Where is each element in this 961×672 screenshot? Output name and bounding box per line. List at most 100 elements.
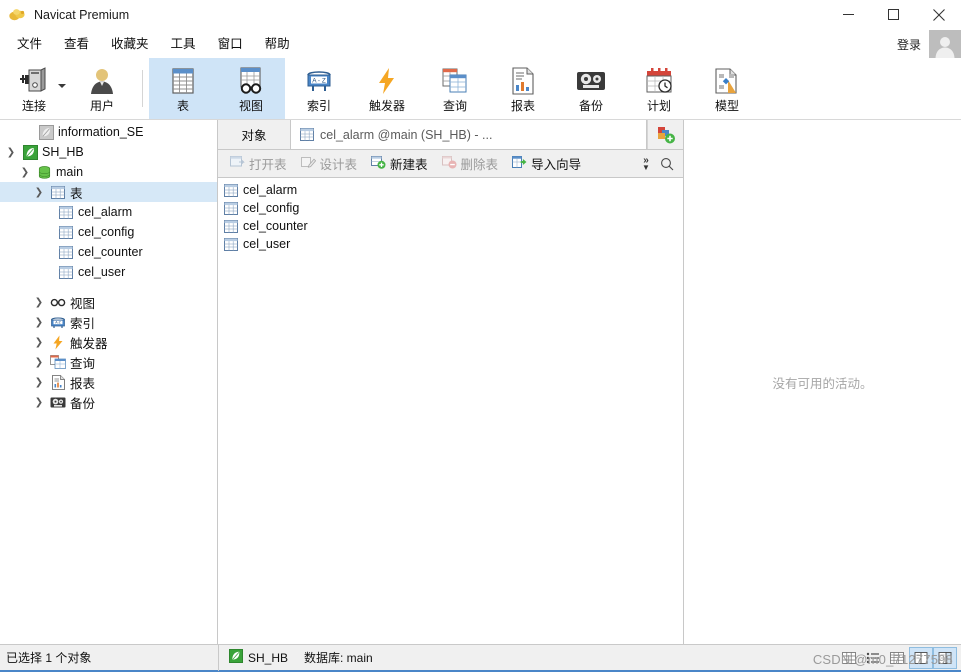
user-avatar-icon[interactable]	[929, 30, 961, 58]
open-table-icon	[230, 155, 245, 172]
minimize-button[interactable]	[826, 0, 871, 30]
tree-node-information-se[interactable]: information_SE	[0, 122, 217, 142]
list-view-icon[interactable]	[861, 647, 885, 669]
chevron-right-icon[interactable]: ❯	[32, 352, 46, 372]
view-mode-buttons	[837, 646, 961, 669]
list-item[interactable]: cel_counter	[218, 217, 683, 235]
list-item[interactable]: cel_config	[218, 199, 683, 217]
form-view-icon[interactable]	[909, 646, 933, 669]
design-table-label: 设计表	[319, 158, 358, 172]
toolbar-model[interactable]: 模型	[693, 58, 761, 119]
table-icon	[223, 182, 239, 198]
split-view-icon[interactable]	[933, 646, 957, 669]
model-icon	[712, 65, 742, 97]
table-icon	[58, 244, 74, 260]
toolbar-connection[interactable]: 连接	[0, 58, 68, 119]
chevron-right-icon[interactable]: ❯	[32, 292, 46, 312]
tree-node-queries[interactable]: ❯ 查询	[0, 352, 217, 372]
toolbar-trigger[interactable]: 触发器	[353, 58, 421, 119]
toolbar-view[interactable]: 视图	[217, 58, 285, 119]
search-icon[interactable]	[657, 157, 677, 171]
menu-window[interactable]: 窗口	[207, 32, 254, 56]
chevron-down-icon[interactable]: ❯	[4, 142, 18, 162]
menu-view[interactable]: 查看	[53, 32, 100, 56]
chevron-right-icon[interactable]: ❯	[32, 312, 46, 332]
chevron-right-icon[interactable]: ❯	[32, 372, 46, 392]
tree-node-cel-alarm[interactable]: cel_alarm	[0, 202, 217, 222]
tab-cel-alarm[interactable]: cel_alarm @main (SH_HB) - ...	[290, 120, 647, 149]
maximize-button[interactable]	[871, 0, 916, 30]
index-az-icon: A - Z	[304, 65, 334, 97]
menu-tools[interactable]: 工具	[160, 32, 207, 56]
index-az-icon: A-Z	[50, 314, 66, 330]
toolbar-selected-group: 表 视图	[149, 58, 285, 119]
table-icon	[223, 236, 239, 252]
toolbar-separator	[142, 70, 143, 107]
toolbar-user[interactable]: 用户	[68, 58, 136, 119]
design-table-button[interactable]: 设计表	[295, 152, 364, 175]
report-icon	[510, 65, 536, 97]
toolbar-index[interactable]: A - Z 索引	[285, 58, 353, 119]
toolbar-connection-label: 连接	[21, 98, 46, 113]
tree-node-indexes[interactable]: ❯ A-Z 索引	[0, 312, 217, 332]
svg-text:A - Z: A - Z	[312, 77, 326, 84]
trigger-bolt-icon	[375, 65, 399, 97]
tree-node-sh-hb[interactable]: ❯ SH_HB	[0, 142, 217, 162]
chevron-right-icon[interactable]: ❯	[32, 332, 46, 352]
status-connection: SH_HB	[219, 649, 288, 666]
delete-table-button[interactable]: 删除表	[436, 152, 505, 175]
toolbar-report[interactable]: 报表	[489, 58, 557, 119]
tree-node-reports[interactable]: ❯ 报表	[0, 372, 217, 392]
toolbar-schedule[interactable]: 计划	[625, 58, 693, 119]
new-table-label: 新建表	[390, 158, 428, 172]
objects-tab[interactable]: 对象	[218, 120, 290, 149]
tree-node-label: information_SE	[58, 125, 144, 139]
new-tab-plus-icon[interactable]	[647, 120, 683, 149]
navicat-window: Navicat Premium 文件 查看 收藏夹 工具 窗口 帮助 登录 连接…	[0, 0, 961, 672]
tree-node-cel-user[interactable]: cel_user	[0, 262, 217, 282]
chevron-right-icon[interactable]: ❯	[32, 392, 46, 412]
tree-node-cel-config[interactable]: cel_config	[0, 222, 217, 242]
object-toolbar-right: » ▼	[637, 155, 683, 171]
toolbar-backup[interactable]: 备份	[557, 58, 625, 119]
chevron-down-icon[interactable]: ❯	[32, 182, 46, 202]
import-wizard-button[interactable]: 导入向导	[506, 152, 587, 175]
chevron-double-right-icon[interactable]: » ▼	[637, 155, 655, 171]
list-item[interactable]: cel_alarm	[218, 181, 683, 199]
open-table-button[interactable]: 打开表	[224, 152, 293, 175]
toolbar-query-label: 查询	[442, 98, 467, 113]
query-icon	[440, 65, 470, 97]
toolbar-table[interactable]: 表	[149, 58, 217, 119]
navigation-tree[interactable]: information_SE ❯ SH_HB ❯ main ❯ 表 cel_al…	[0, 120, 218, 644]
grid-view-icon[interactable]	[837, 647, 861, 669]
menu-favorites[interactable]: 收藏夹	[100, 32, 160, 56]
activity-empty-message: 没有可用的活动。	[772, 376, 873, 391]
connection-leaf-gray-icon	[38, 124, 54, 140]
tree-node-views[interactable]: ❯ 视图	[0, 292, 217, 312]
tree-node-main[interactable]: ❯ main	[0, 162, 217, 182]
tree-node-tables[interactable]: ❯ 表	[0, 182, 217, 202]
import-wizard-icon	[512, 155, 527, 172]
tree-node-label: SH_HB	[42, 145, 84, 159]
chevron-down-icon[interactable]	[58, 84, 66, 88]
main-toolbar: 连接 用户 表 视图 A - Z 索引 触发器 查询 报表 备份 计划 模型	[0, 58, 961, 120]
toolbar-query[interactable]: 查询	[421, 58, 489, 119]
menu-help[interactable]: 帮助	[254, 32, 301, 56]
menu-file[interactable]: 文件	[6, 32, 53, 56]
login-link[interactable]: 登录	[889, 36, 929, 53]
database-icon	[36, 164, 52, 180]
view-glasses-icon	[50, 294, 66, 310]
tree-node-cel-counter[interactable]: cel_counter	[0, 242, 217, 262]
trigger-bolt-icon	[50, 334, 66, 350]
list-item[interactable]: cel_user	[218, 235, 683, 253]
detail-view-icon[interactable]	[885, 647, 909, 669]
object-list[interactable]: cel_alarm cel_config cel_counter cel_use…	[218, 178, 683, 644]
tree-node-triggers[interactable]: ❯ 触发器	[0, 332, 217, 352]
new-table-button[interactable]: 新建表	[365, 152, 434, 175]
tree-node-backups[interactable]: ❯ 备份	[0, 392, 217, 412]
chevron-down-icon[interactable]: ❯	[18, 162, 32, 182]
close-button[interactable]	[916, 0, 961, 30]
menu-bar: 文件 查看 收藏夹 工具 窗口 帮助 登录	[0, 30, 961, 58]
tree-node-label: cel_counter	[78, 245, 143, 259]
